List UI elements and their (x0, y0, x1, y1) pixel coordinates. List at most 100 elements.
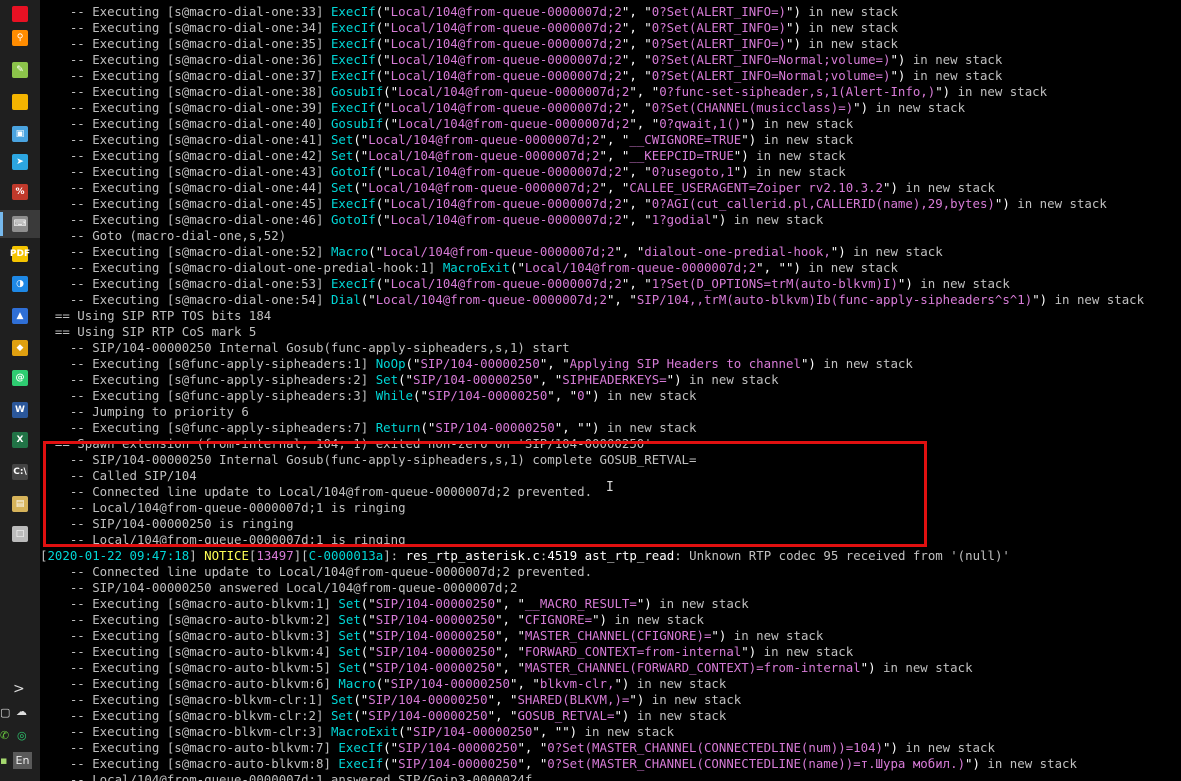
log-line: == Spawn extension (from-internal, 104, … (40, 436, 652, 452)
log-segment: SIP/104-00000250 (435, 420, 555, 435)
log-segment: ", " (621, 36, 652, 51)
log-segment: ", " (495, 596, 525, 611)
taskbar-button-vpn[interactable]: ▲ (0, 302, 40, 330)
log-segment: __CWIGNORE=TRUE (629, 132, 742, 147)
taskbar-button-cmd[interactable]: C:\ (0, 458, 40, 486)
log-segment: ") (711, 628, 727, 643)
log-segment: ExecIf (330, 68, 376, 83)
log-segment: -- Executing [s@macro-auto-blkvm:6] (40, 676, 339, 691)
log-segment: -- Local/104@from-queue-0000007d;1 answe… (40, 772, 533, 781)
log-segment: MASTER_CHANNEL(CFIGNORE)= (524, 628, 712, 643)
log-segment: Local/104@from-queue-0000007d;2 (368, 148, 600, 163)
tray-chevron-icon[interactable]: > (13, 681, 25, 697)
log-segment: Set (338, 660, 361, 675)
taskbar-button-word[interactable]: W (0, 396, 40, 424)
tray-app-icon[interactable]: ▪ (0, 754, 7, 767)
log-segment: GotoIf (330, 212, 376, 227)
log-segment: ") (786, 36, 801, 51)
taskbar-button-excel[interactable]: X (0, 426, 40, 454)
log-segment: 0?qwait,1() (659, 116, 742, 131)
log-segment: ", " (606, 292, 637, 307)
log-segment: ]: (383, 548, 406, 563)
log-line: -- Executing [s@macro-blkvm-clr:3] Macro… (40, 724, 674, 740)
log-segment: ") (883, 180, 898, 195)
log-segment: ", " (621, 276, 652, 291)
taskbar-button-files[interactable]: ▤ (0, 490, 40, 518)
log-line: -- Local/104@from-queue-0000007d;1 is ri… (40, 532, 406, 548)
log-segment: in new stack (756, 644, 854, 659)
taskbar-button-folder[interactable] (0, 88, 40, 116)
log-segment: (" (375, 276, 391, 291)
log-segment: in new stack (644, 692, 742, 707)
log-segment: Set (330, 708, 354, 723)
log-segment: ") (584, 420, 600, 435)
messenger-icon[interactable]: ✆ (0, 729, 9, 742)
taskbar-button-window[interactable]: □ (0, 520, 40, 548)
log-segment: Set (338, 628, 361, 643)
log-segment: (" (375, 4, 391, 19)
log-line: -- Executing [s@macro-dial-one:54] Dial(… (40, 292, 1144, 308)
log-line: -- SIP/104-00000250 is ringing (40, 516, 294, 532)
taskbar: ⚲ ✎ ▣ ➤% ⌨ PDF ◑ ▲ ◆ @ W X C:\ ▤ □ (0, 0, 40, 781)
taskbar-button-network-tool[interactable]: % (0, 178, 40, 206)
log-segment: 0?Set(MASTER_CHANNEL(CONNECTEDLINE(name)… (547, 756, 966, 771)
log-segment: -- Executing [s@macro-dial-one:33] (40, 4, 331, 19)
language-indicator[interactable]: En (13, 752, 32, 769)
log-segment: ") (860, 660, 876, 675)
log-segment: 0?Set(CHANNEL(musicclass)=) (651, 100, 854, 115)
log-segment: Macro (338, 676, 376, 691)
search-icon: ⚲ (12, 30, 28, 46)
log-segment: ", " (495, 660, 525, 675)
taskbar-button-notepad[interactable]: ✎ (0, 56, 40, 84)
log-line: -- Executing [s@macro-auto-blkvm:3] Set(… (40, 628, 824, 644)
log-segment: -- Executing [s@macro-dial-one:39] (40, 100, 331, 115)
log-segment: -- Executing [s@func-apply-sipheaders:3] (40, 388, 376, 403)
taskbar-button-pdf[interactable]: PDF (0, 240, 40, 268)
cloud-upload-icon[interactable]: ☁ (16, 705, 27, 718)
log-line: -- Executing [s@macro-dial-one:44] Set("… (40, 180, 995, 196)
log-segment: -- Connected line update to Local/104@fr… (40, 484, 593, 499)
log-segment: (" (375, 212, 391, 227)
tray-window-icon[interactable]: ▢ (0, 706, 10, 719)
taskbar-button-remote-desktop[interactable]: ▣ (0, 120, 40, 148)
log-segment: -- Executing [s@macro-auto-blkvm:2] (40, 612, 339, 627)
log-segment: -- Executing [s@macro-dial-one:52] (40, 244, 331, 259)
log-segment: (" (375, 52, 391, 67)
taskbar-button-telegram[interactable]: ➤ (0, 148, 40, 176)
log-segment: ") (786, 20, 801, 35)
log-segment: (" (383, 84, 399, 99)
taskbar-button-winbox[interactable]: ◆ (0, 334, 40, 362)
log-segment: -- Executing [s@macro-auto-blkvm:5] (40, 660, 339, 675)
log-segment: C-0000013a (308, 548, 384, 563)
log-line: -- Executing [s@func-apply-sipheaders:7]… (40, 420, 697, 436)
taskbar-button-putty[interactable]: ⌨ (0, 210, 40, 238)
log-line: -- Executing [s@macro-auto-blkvm:5] Set(… (40, 660, 973, 676)
log-segment: 1?Set(D_OPTIONS=trM(auto-blkvm)I) (651, 276, 898, 291)
chat-tray-icon[interactable]: ◎ (17, 729, 27, 742)
log-segment: (" (353, 692, 369, 707)
log-line: [2020-01-22 09:47:18] NOTICE[13497][C-00… (40, 548, 1010, 564)
log-segment: ", " (621, 164, 652, 179)
terminal-window[interactable]: -- Executing [s@macro-dial-one:33] ExecI… (40, 0, 1181, 781)
log-segment: in new stack (875, 660, 973, 675)
log-line: -- Executing [s@macro-blkvm-clr:2] Set("… (40, 708, 727, 724)
log-segment: -- Executing [s@macro-dialout-one-predia… (40, 260, 443, 275)
taskbar-button-browser[interactable]: ◑ (0, 270, 40, 298)
log-segment: ") (666, 372, 682, 387)
taskbar-button-search[interactable]: ⚲ (0, 24, 40, 52)
log-line: -- Executing [s@macro-dial-one:39] ExecI… (40, 100, 965, 116)
log-segment: in new stack (748, 148, 846, 163)
log-segment: 0?AGI(cut_callerid.pl,CALLERID(name),29,… (651, 196, 995, 211)
log-segment: in new stack (606, 612, 704, 627)
log-segment: in new stack (905, 52, 1003, 67)
folder-icon (12, 94, 28, 110)
telegram-icon: ➤ (12, 154, 28, 170)
log-segment: == Spawn extension (from-internal, 104, … (40, 436, 652, 451)
log-line: -- Executing [s@macro-dialout-one-predia… (40, 260, 898, 276)
log-segment: (" (360, 660, 376, 675)
taskbar-button-chat[interactable]: @ (0, 364, 40, 392)
log-segment: 4519 (547, 548, 578, 563)
log-segment: res_rtp_asterisk.c (405, 548, 540, 563)
log-segment: SIP/104-00000250 (413, 724, 533, 739)
log-segment: ExecIf (330, 4, 376, 19)
